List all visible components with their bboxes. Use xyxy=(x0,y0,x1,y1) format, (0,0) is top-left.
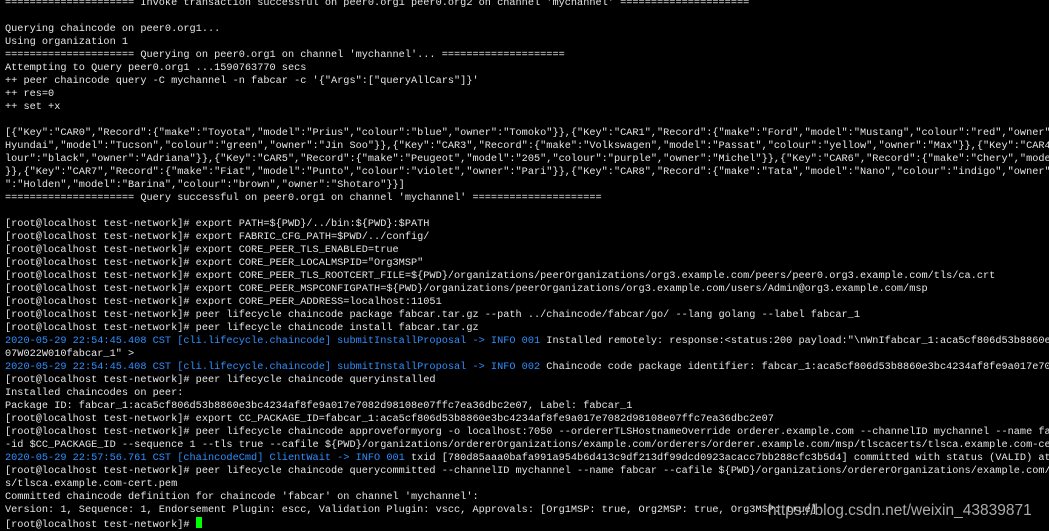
line-text: 07W022W010fabcar_1" > xyxy=(5,348,135,360)
terminal-line: [root@localhost test-network]# export CO… xyxy=(5,244,1049,257)
line-text: [{"Key":"CAR0","Record":{"make":"Toyota"… xyxy=(5,127,1049,139)
terminal-line: ===================== Querying on peer0.… xyxy=(5,49,1049,62)
line-text: [root@localhost test-network]# export CO… xyxy=(5,257,424,269)
line-text: txid [780d85aaa0bafa991a954b6d413c9df213… xyxy=(404,452,1049,464)
line-text: [root@localhost test-network]# peer life… xyxy=(5,426,1049,438)
terminal-line: ===================== Query successful o… xyxy=(5,192,1049,205)
line-text: [root@localhost test-network]# export PA… xyxy=(5,218,430,230)
line-text: Attempting to Query peer0.org1 ...159076… xyxy=(5,62,307,74)
terminal-line: s/tlsca.example.com-cert.pem xyxy=(5,478,1049,491)
log-info-prefix: 2020-05-29 22:54:45.408 CST [cli.lifecyc… xyxy=(5,361,541,373)
terminal-line: Installed chaincodes on peer: xyxy=(5,387,1049,400)
line-text: -id $CC_PACKAGE_ID --sequence 1 --tls tr… xyxy=(5,439,1049,451)
line-text: Installed chaincodes on peer: xyxy=(5,387,184,399)
terminal-line: [root@localhost test-network]# peer life… xyxy=(5,322,1049,335)
terminal-line: 2020-05-29 22:57:56.761 CST [chaincodeCm… xyxy=(5,452,1049,465)
line-text: Using organization 1 xyxy=(5,36,129,48)
terminal-line: ++ peer chaincode query -C mychannel -n … xyxy=(5,75,1049,88)
line-text: ":"Holden","model":"Barina","colour":"br… xyxy=(5,179,405,191)
terminal-line: ":"Holden","model":"Barina","colour":"br… xyxy=(5,179,1049,192)
terminal-line: [{"Key":"CAR0","Record":{"make":"Toyota"… xyxy=(5,127,1049,140)
terminal-line: ===================== Invoke transaction… xyxy=(5,0,1049,10)
line-text: ++ res=0 xyxy=(5,88,55,100)
line-text: Querying chaincode on peer0.org1... xyxy=(5,23,221,35)
line-text: ++ set +x xyxy=(5,101,61,113)
line-text: [root@localhost test-network]# peer life… xyxy=(5,465,1049,477)
terminal-line: [root@localhost test-network]# export CO… xyxy=(5,270,1049,283)
line-text: [root@localhost test-network]# peer life… xyxy=(5,374,436,386)
line-text: Committed chaincode definition for chain… xyxy=(5,491,479,503)
terminal-cursor xyxy=(195,517,202,528)
terminal-line: Hyundai","model":"Tucson","colour":"gree… xyxy=(5,140,1049,153)
terminal-line: lour":"black","owner":"Adriana"}},{"Key"… xyxy=(5,153,1049,166)
terminal-line: [root@localhost test-network]# peer life… xyxy=(5,426,1049,439)
terminal-line: [root@localhost test-network]# export CC… xyxy=(5,413,1049,426)
log-info-prefix: 2020-05-29 22:57:56.761 CST [chaincodeCm… xyxy=(5,452,405,464)
terminal-line: 2020-05-29 22:54:45.408 CST [cli.lifecyc… xyxy=(5,361,1049,374)
line-text: [root@localhost test-network]# export CO… xyxy=(5,296,442,308)
line-text: [root@localhost test-network]# xyxy=(5,519,196,530)
line-text: [root@localhost test-network]# export CO… xyxy=(5,244,399,256)
line-text: }},{"Key":"CAR7","Record":{"make":"Fiat"… xyxy=(5,166,1049,178)
terminal-line: [root@localhost test-network]# peer life… xyxy=(5,309,1049,322)
terminal-line: [root@localhost test-network]# export CO… xyxy=(5,296,1049,309)
line-text: ===================== Querying on peer0.… xyxy=(5,49,565,61)
line-text: ++ peer chaincode query -C mychannel -n … xyxy=(5,75,479,87)
line-text: ===================== Invoke transaction… xyxy=(5,0,750,9)
line-text: s/tlsca.example.com-cert.pem xyxy=(5,478,178,490)
line-text: lour":"black","owner":"Adriana"}},{"Key"… xyxy=(5,153,1049,165)
terminal-line: -id $CC_PACKAGE_ID --sequence 1 --tls tr… xyxy=(5,439,1049,452)
terminal-line: [root@localhost test-network]# export CO… xyxy=(5,257,1049,270)
terminal-line: [root@localhost test-network]# peer life… xyxy=(5,374,1049,387)
line-text: Installed remotely: response:<status:200… xyxy=(540,335,1049,347)
terminal-line: Querying chaincode on peer0.org1... xyxy=(5,23,1049,36)
line-text: Hyundai","model":"Tucson","colour":"gree… xyxy=(5,140,1049,152)
line-text: Version: 1, Sequence: 1, Endorsement Plu… xyxy=(5,504,817,516)
terminal-line: [root@localhost test-network]# export FA… xyxy=(5,231,1049,244)
line-text: ===================== Query successful o… xyxy=(5,192,602,204)
line-text: [root@localhost test-network]# export CO… xyxy=(5,283,928,295)
terminal-line: Package ID: fabcar_1:aca5cf806d53b8860e3… xyxy=(5,400,1049,413)
terminal-line: [root@localhost test-network]# export CO… xyxy=(5,283,1049,296)
line-text: Chaincode code package identifier: fabca… xyxy=(540,361,1049,373)
line-text: [root@localhost test-network]# peer life… xyxy=(5,322,479,334)
log-info-prefix: 2020-05-29 22:54:45.408 CST [cli.lifecyc… xyxy=(5,335,541,347)
terminal-line: 2020-05-29 22:54:45.408 CST [cli.lifecyc… xyxy=(5,335,1049,348)
terminal-line: [root@localhost test-network]# export PA… xyxy=(5,218,1049,231)
terminal-line: Using organization 1 xyxy=(5,36,1049,49)
terminal-line: Attempting to Query peer0.org1 ...159076… xyxy=(5,62,1049,75)
terminal-line: ++ res=0 xyxy=(5,88,1049,101)
line-text: [root@localhost test-network]# export CC… xyxy=(5,413,774,425)
line-text: Package ID: fabcar_1:aca5cf806d53b8860e3… xyxy=(5,400,633,412)
terminal-line: [root@localhost test-network]# peer life… xyxy=(5,465,1049,478)
line-text: [root@localhost test-network]# export CO… xyxy=(5,270,996,282)
terminal-output[interactable]: ===================== Invoke transaction… xyxy=(5,0,1049,530)
line-text: [root@localhost test-network]# export FA… xyxy=(5,231,430,243)
terminal-line: }},{"Key":"CAR7","Record":{"make":"Fiat"… xyxy=(5,166,1049,179)
terminal-line: ++ set +x xyxy=(5,101,1049,114)
terminal-line: 07W022W010fabcar_1" > xyxy=(5,348,1049,361)
watermark: https://blog.csdn.net/weixin_43839871 xyxy=(768,502,1032,519)
line-text: [root@localhost test-network]# peer life… xyxy=(5,309,860,321)
